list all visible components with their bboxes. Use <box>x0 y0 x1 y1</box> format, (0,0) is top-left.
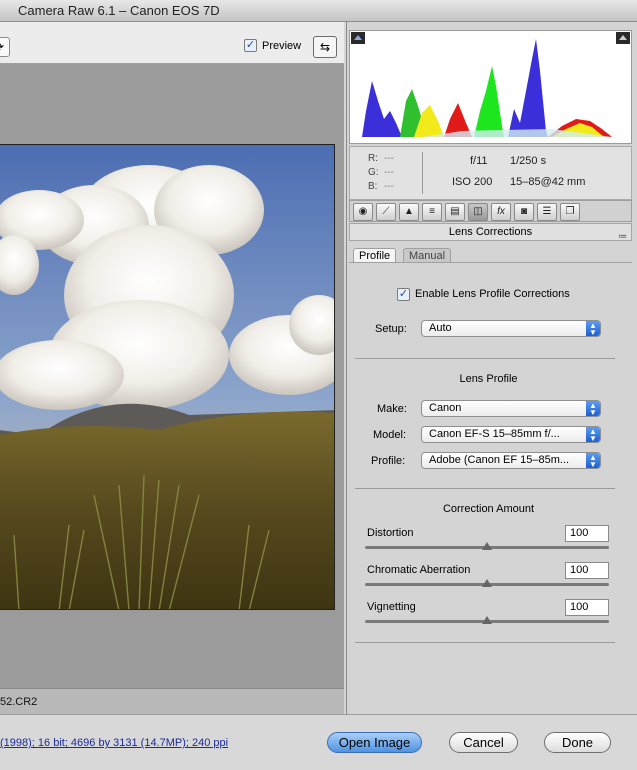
setup-select[interactable]: Auto ▲ ▼ <box>421 320 601 337</box>
preview-checkbox[interactable]: ✓ <box>244 39 257 52</box>
preview-label: Preview <box>262 40 302 52</box>
fullscreen-toggle-icon[interactable]: ⇆ <box>313 36 337 58</box>
b-label: B: <box>368 181 378 192</box>
distortion-value: 100 <box>570 527 589 539</box>
chromatic-aberration-slider-thumb[interactable] <box>482 579 492 587</box>
chromatic-aberration-value: 100 <box>570 564 589 576</box>
profile-value: Adobe (Canon EF 15–85m... <box>429 454 570 466</box>
tab-manual[interactable]: Manual <box>403 248 452 263</box>
split-toning-tab-icon[interactable]: ▤ <box>445 203 465 221</box>
filename-bar: 52.CR2 <box>0 688 344 714</box>
chromatic-aberration-label: Chromatic Aberration <box>367 564 471 576</box>
window-titlebar: Camera Raw 6.1 – Canon EOS 7D <box>0 0 637 22</box>
enable-profile-label: Enable Lens Profile Corrections <box>415 288 570 300</box>
vignetting-slider-thumb[interactable] <box>482 616 492 624</box>
cancel-button[interactable]: Cancel <box>449 732 518 753</box>
distortion-input[interactable]: 100 <box>565 525 609 542</box>
model-label: Model: <box>373 429 407 441</box>
snapshots-tab-icon[interactable]: ❐ <box>560 203 580 221</box>
vignetting-slider[interactable] <box>365 616 609 624</box>
vignetting-input[interactable]: 100 <box>565 599 609 616</box>
basic-tab-icon[interactable]: ◉ <box>353 203 373 221</box>
profile-label: Profile: <box>371 455 406 467</box>
highlight-clipping-icon[interactable] <box>616 32 630 44</box>
iso: ISO 200 <box>452 176 493 188</box>
preview-pane: ⟳ ✓ Preview ⇆ <box>0 22 344 689</box>
filename: 52.CR2 <box>0 696 38 708</box>
distortion-label: Distortion <box>367 527 414 539</box>
correction-amount-title: Correction Amount <box>442 503 535 515</box>
setup-label: Setup: <box>375 323 407 335</box>
rotate-tool-icon[interactable]: ⟳ <box>0 37 10 57</box>
open-image-button[interactable]: Open Image <box>327 732 422 753</box>
g-label: G: <box>368 167 379 178</box>
vignetting-value: 100 <box>570 601 589 613</box>
detail-tab-icon[interactable]: ▲ <box>399 203 419 221</box>
readout-divider <box>422 152 423 194</box>
done-button[interactable]: Done <box>544 732 611 753</box>
enable-profile-checkbox[interactable]: ✓ <box>397 288 410 301</box>
r-value: --- <box>384 153 394 164</box>
g-value: --- <box>384 167 394 178</box>
panel-menu-icon[interactable]: ≔ <box>618 228 627 245</box>
model-select[interactable]: Canon EF-S 15–85mm f/... ▲ ▼ <box>421 426 601 443</box>
tab-profile-label: Profile <box>359 250 391 262</box>
camera-calibration-tab-icon[interactable]: ◙ <box>514 203 534 221</box>
aperture: f/11 <box>470 155 488 167</box>
setup-arrows-icon: ▲ ▼ <box>586 321 600 336</box>
tone-curve-tab-icon[interactable]: ⟋ <box>376 203 396 221</box>
make-value: Canon <box>429 402 462 414</box>
profile-arrows-icon: ▲ ▼ <box>586 453 600 468</box>
divider <box>355 358 615 359</box>
hsl-tab-icon[interactable]: ≡ <box>422 203 442 221</box>
lens-profile-title: Lens Profile <box>459 373 518 385</box>
divider <box>355 642 615 643</box>
make-select[interactable]: Canon ▲ ▼ <box>421 400 601 417</box>
histogram <box>349 30 632 144</box>
tab-profile[interactable]: Profile <box>353 248 397 263</box>
setup-value: Auto <box>429 322 452 334</box>
lens-focal: 15–85@42 mm <box>510 176 586 188</box>
image-readout: R: --- G: --- B: --- f/11 1/250 s ISO 20… <box>349 146 632 200</box>
preview-toolbar: ⟳ ✓ Preview ⇆ <box>0 22 344 64</box>
distortion-slider[interactable] <box>365 542 609 550</box>
chromatic-aberration-input[interactable]: 100 <box>565 562 609 579</box>
distortion-slider-thumb[interactable] <box>482 542 492 550</box>
preview-image <box>0 144 335 610</box>
presets-tab-icon[interactable]: ☰ <box>537 203 557 221</box>
vignetting-label: Vignetting <box>367 601 416 613</box>
lens-corrections-tab-icon[interactable]: ◫ <box>468 203 488 221</box>
r-label: R: <box>368 153 378 164</box>
model-arrows-icon: ▲ ▼ <box>586 427 600 442</box>
make-label: Make: <box>377 403 407 415</box>
effects-tab-icon[interactable]: fx <box>491 203 511 221</box>
bottom-bar: (1998); 16 bit; 4696 by 3131 (14.7MP); 2… <box>0 714 637 770</box>
panel-title: Lens Corrections ≔ <box>349 223 632 241</box>
workflow-options-link[interactable]: (1998); 16 bit; 4696 by 3131 (14.7MP); 2… <box>0 737 228 749</box>
shutter-speed: 1/250 s <box>510 155 547 167</box>
b-value: --- <box>384 181 394 192</box>
make-arrows-icon: ▲ ▼ <box>586 401 600 416</box>
tab-manual-label: Manual <box>409 250 446 262</box>
profile-select[interactable]: Adobe (Canon EF 15–85m... ▲ ▼ <box>421 452 601 469</box>
panel-title-text: Lens Corrections <box>448 226 533 238</box>
adjustments-panel: R: --- G: --- B: --- f/11 1/250 s ISO 20… <box>346 22 637 714</box>
chromatic-aberration-slider[interactable] <box>365 579 609 587</box>
model-value: Canon EF-S 15–85mm f/... <box>429 428 560 440</box>
divider <box>355 488 615 489</box>
window-title: Camera Raw 6.1 – Canon EOS 7D <box>18 3 220 18</box>
panel-tabs: ◉ ⟋ ▲ ≡ ▤ ◫ fx ◙ ☰ ❐ <box>349 200 632 222</box>
